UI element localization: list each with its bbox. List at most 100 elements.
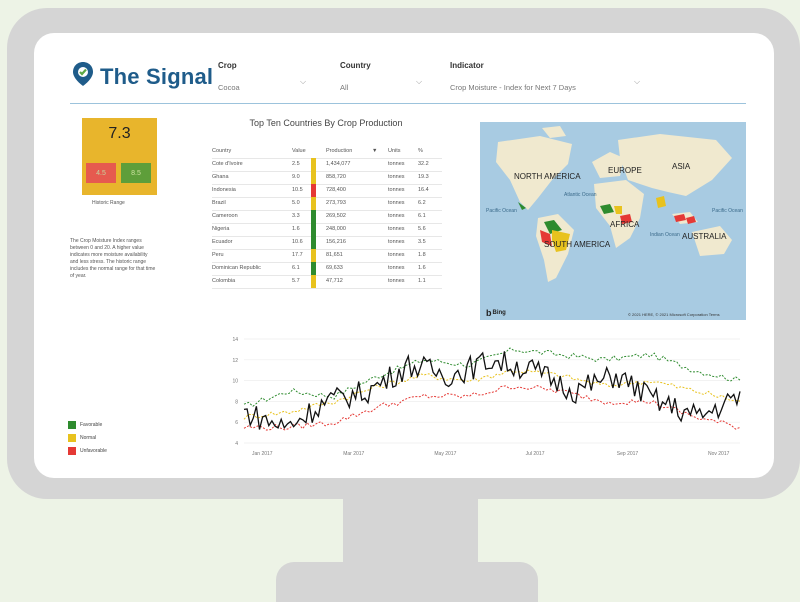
- legend-label-unfavorable: Unfavorable: [80, 448, 107, 454]
- status-indicator-bar: [311, 236, 316, 249]
- cell-pct: 6.1: [418, 213, 426, 219]
- col-header-country[interactable]: Country: [212, 148, 231, 154]
- cell-production: 47,712: [326, 278, 343, 284]
- cell-country: Ecuador: [212, 239, 233, 245]
- chart-series-line: [243, 385, 741, 431]
- table-row[interactable]: Cote d'Ivoire 2.5 1,434,077 tonnes 32.2: [212, 158, 442, 172]
- cell-pct: 1.1: [418, 278, 426, 284]
- map-label-africa: AFRICA: [610, 220, 640, 229]
- col-header-pct[interactable]: %: [418, 148, 423, 154]
- chart-series-line: [243, 351, 741, 430]
- map-label-south-america: SOUTH AMERICA: [544, 240, 611, 249]
- cell-country: Cote d'Ivoire: [212, 161, 243, 167]
- kpi-value: 7.3: [82, 118, 157, 150]
- indicator-filter-value: Crop Moisture - Index for Next 7 Days: [450, 83, 576, 92]
- cell-value: 9.0: [292, 174, 300, 180]
- table-row[interactable]: Cameroon 3.3 269,502 tonnes 6.1: [212, 210, 442, 224]
- bing-logo-text: Bing: [492, 310, 506, 316]
- y-tick-label: 4: [235, 441, 238, 447]
- crop-filter[interactable]: Crop Cocoa ⌵: [218, 61, 308, 95]
- table-row[interactable]: Ghana 9.0 858,720 tonnes 19.3: [212, 171, 442, 185]
- sort-desc-icon[interactable]: ▼: [372, 148, 377, 154]
- map-label-europe: EUROPE: [608, 166, 642, 175]
- legend-swatch-unfavorable: [68, 447, 76, 455]
- map-ocean-label: Pacific Ocean: [712, 208, 743, 214]
- y-tick-label: 6: [235, 420, 238, 426]
- table-row[interactable]: Peru 17.7 81,651 tonnes 1.8: [212, 249, 442, 263]
- table-row[interactable]: Brazil 5.0 273,793 tonnes 6.2: [212, 197, 442, 211]
- cell-value: 10.6: [292, 239, 303, 245]
- brand-name: The Signal: [100, 63, 214, 89]
- cell-production: 81,651: [326, 252, 343, 258]
- map-label-north-america: NORTH AMERICA: [514, 172, 581, 181]
- cell-production: 248,000: [326, 226, 346, 232]
- legend-label-normal: Normal: [80, 435, 97, 441]
- chevron-down-icon: ⌵: [416, 77, 423, 86]
- bing-b-icon: b: [486, 308, 492, 318]
- country-filter[interactable]: Country All ⌵: [340, 61, 424, 95]
- cell-production: 273,793: [326, 200, 346, 206]
- cell-value: 10.5: [292, 187, 303, 193]
- legend-swatch-normal: [68, 434, 76, 442]
- map-ocean-label: Pacific Ocean: [486, 208, 517, 214]
- dashboard-screen: The Signal Crop Cocoa ⌵ Country All ⌵ In…: [34, 33, 774, 478]
- x-tick-label: Mar 2017: [343, 451, 364, 457]
- chevron-down-icon: ⌵: [634, 77, 641, 86]
- cell-country: Indonesia: [212, 187, 236, 193]
- crop-filter-label: Crop: [218, 61, 237, 70]
- legend-favorable: Favorable: [68, 421, 102, 429]
- table-row[interactable]: Indonesia 10.5 728,400 tonnes 16.4: [212, 184, 442, 198]
- map-label-australia: AUSTRALIA: [682, 232, 727, 241]
- cell-country: Colombia: [212, 278, 236, 284]
- status-indicator-bar: [311, 184, 316, 197]
- col-header-units[interactable]: Units: [388, 148, 401, 154]
- bing-logo: b Bing: [486, 308, 506, 318]
- cell-value: 17.7: [292, 252, 303, 258]
- table-title: Top Ten Countries By Crop Production: [249, 118, 403, 128]
- table-row[interactable]: Dominican Republic 6.1 69,633 tonnes 1.6: [212, 262, 442, 276]
- cell-units: tonnes: [388, 278, 405, 284]
- cell-country: Nigeria: [212, 226, 230, 232]
- status-indicator-bar: [311, 210, 316, 223]
- table-row[interactable]: Nigeria 1.6 248,000 tonnes 5.6: [212, 223, 442, 237]
- cell-pct: 6.2: [418, 200, 426, 206]
- col-header-value[interactable]: Value: [292, 148, 306, 154]
- table-row[interactable]: Ecuador 10.6 156,216 tonnes 3.5: [212, 236, 442, 250]
- header-divider: [70, 103, 746, 104]
- cell-pct: 1.8: [418, 252, 426, 258]
- status-indicator-bar: [311, 275, 316, 288]
- cell-pct: 1.6: [418, 265, 426, 271]
- brand-logo[interactable]: The Signal: [72, 61, 213, 92]
- cell-units: tonnes: [388, 252, 405, 258]
- map-ocean-label: Indian Ocean: [650, 232, 680, 238]
- cell-value: 5.7: [292, 278, 300, 284]
- cell-pct: 19.3: [418, 174, 429, 180]
- map-label-asia: ASIA: [672, 162, 691, 171]
- cell-country: Ghana: [212, 174, 229, 180]
- world-map[interactable]: NORTH AMERICA EUROPE ASIA AFRICA SOUTH A…: [480, 122, 746, 320]
- x-tick-label: Jul 2017: [526, 451, 545, 457]
- cell-units: tonnes: [388, 239, 405, 245]
- x-tick-label: Jan 2017: [252, 451, 273, 457]
- indicator-filter[interactable]: Indicator Crop Moisture - Index for Next…: [450, 61, 642, 95]
- col-header-production[interactable]: Production: [326, 148, 352, 154]
- cell-units: tonnes: [388, 174, 405, 180]
- y-tick-label: 12: [232, 358, 238, 364]
- country-filter-label: Country: [340, 61, 371, 70]
- cell-units: tonnes: [388, 213, 405, 219]
- monitor-stand: [276, 562, 538, 602]
- cell-production: 728,400: [326, 187, 346, 193]
- cell-units: tonnes: [388, 161, 405, 167]
- cell-production: 1,434,077: [326, 161, 351, 167]
- cell-value: 1.6: [292, 226, 300, 232]
- table-row[interactable]: Colombia 5.7 47,712 tonnes 1.1: [212, 275, 442, 289]
- legend-unfavorable: Unfavorable: [68, 447, 107, 455]
- legend-normal: Normal: [68, 434, 96, 442]
- indicator-filter-label: Indicator: [450, 61, 484, 70]
- cell-production: 156,216: [326, 239, 346, 245]
- legend-swatch-favorable: [68, 421, 76, 429]
- status-indicator-bar: [311, 171, 316, 184]
- cell-production: 269,502: [326, 213, 346, 219]
- map-copyright[interactable]: © 2021 HERE, © 2021 Microsoft Corporatio…: [628, 312, 720, 317]
- moisture-line-chart: 4 6 8 10 12 14 Jan 2017 Mar 2017 May 2017 Jul 20…: [232, 337, 741, 457]
